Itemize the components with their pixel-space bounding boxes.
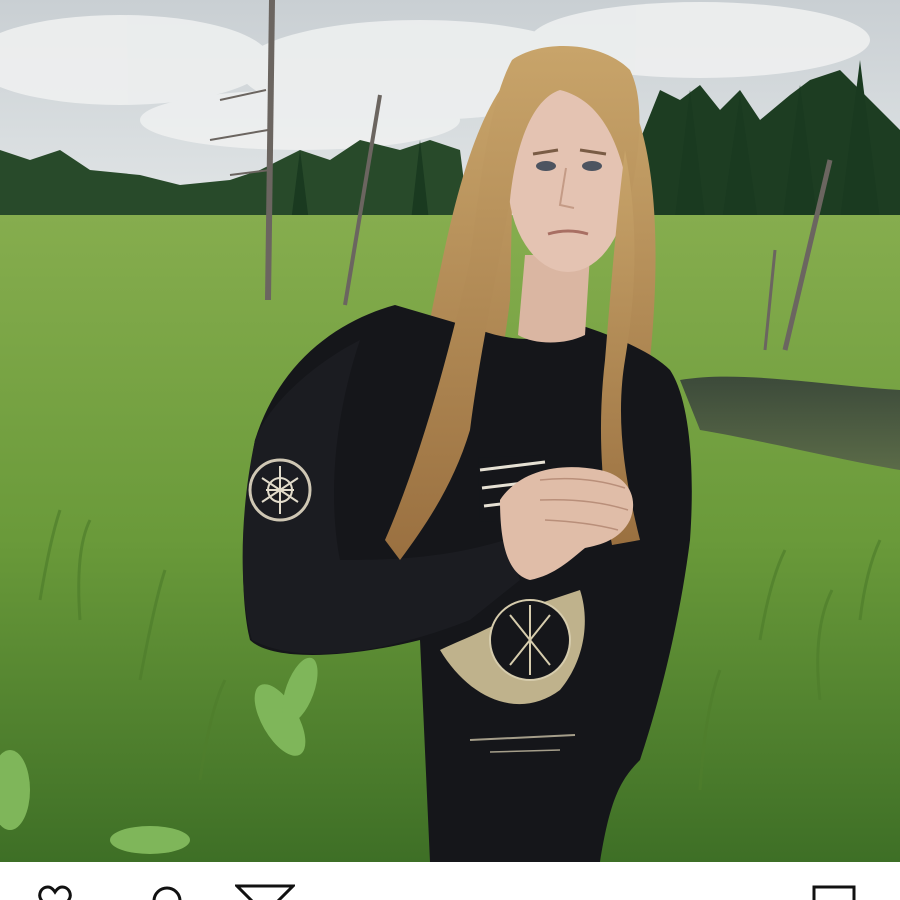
photo-image: [0, 0, 900, 862]
post-photo[interactable]: [0, 0, 900, 862]
heart-icon[interactable]: [38, 884, 72, 900]
post-action-bar: [0, 862, 900, 900]
comment-icon[interactable]: [150, 884, 184, 900]
bookmark-icon[interactable]: [810, 884, 858, 900]
share-icon[interactable]: [235, 884, 295, 900]
instagram-post: [0, 0, 900, 900]
